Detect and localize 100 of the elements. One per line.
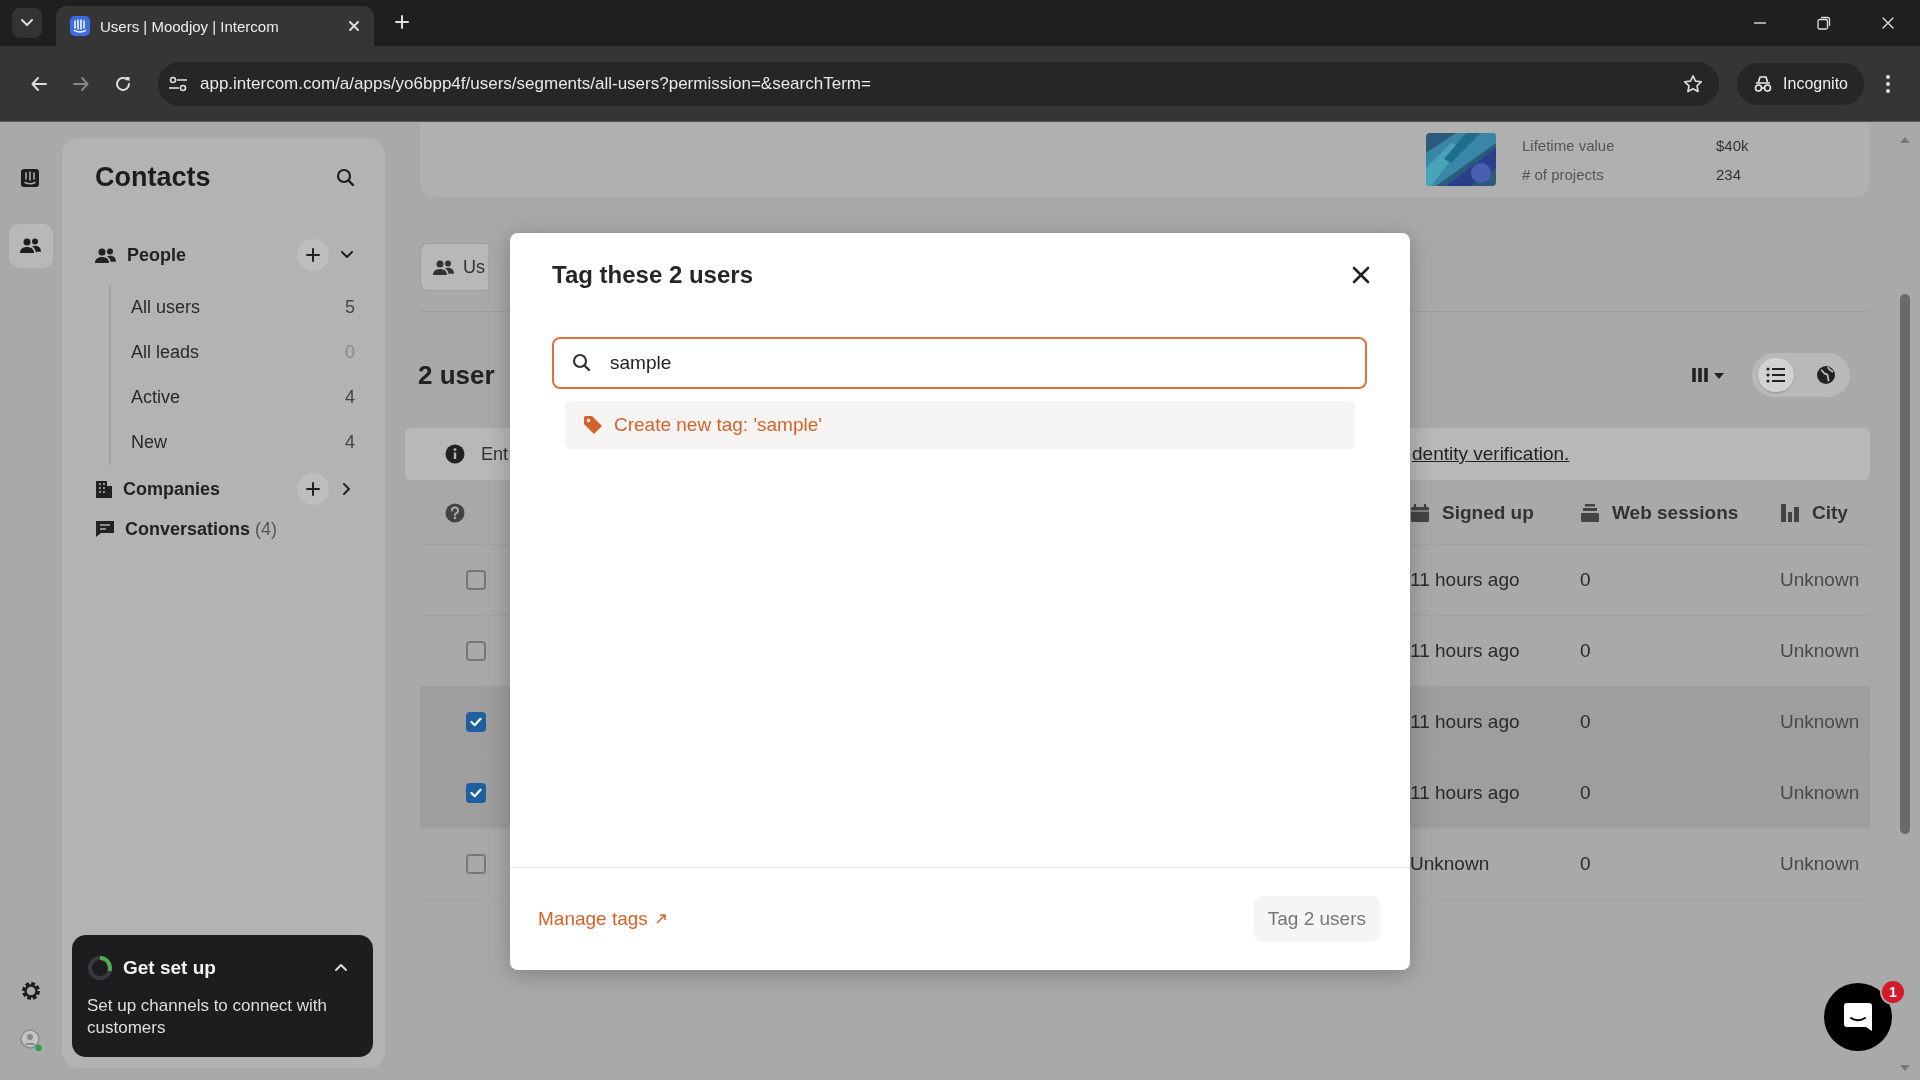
sidebar-item[interactable]: Active 4: [131, 375, 355, 420]
browser-tab[interactable]: Users | Moodjoy | Intercom: [56, 6, 374, 46]
calendar-icon: [1410, 503, 1430, 523]
building-icon: [95, 479, 113, 499]
item-label: New: [131, 432, 167, 453]
reload-icon: [114, 75, 132, 93]
item-count: 5: [345, 297, 355, 318]
table-cell: 0: [1580, 711, 1591, 733]
star-icon[interactable]: [1683, 74, 1704, 94]
add-button[interactable]: [297, 473, 329, 505]
item-count: 4: [345, 387, 355, 408]
help-icon: [445, 503, 465, 523]
url-text: app.intercom.com/a/apps/yo6bpp4f/users/segments/all-users?permission=&searchTerm=: [200, 74, 872, 94]
search-icon: [572, 353, 591, 372]
chat-bubble-icon: [1843, 1002, 1873, 1032]
manage-tags-link[interactable]: Manage tags: [538, 908, 666, 930]
inbox-icon: [20, 168, 42, 188]
close-icon[interactable]: [348, 20, 360, 32]
contacts-nav-item[interactable]: [9, 224, 53, 268]
plus-icon: [305, 481, 321, 497]
more-icon: [1886, 75, 1890, 93]
columns-icon: [1692, 366, 1726, 384]
tab-search-button[interactable]: [12, 8, 42, 38]
table-cell: 11 hours ago: [1410, 711, 1520, 733]
row-checkbox[interactable]: [466, 570, 486, 590]
column-header[interactable]: Web sessions: [1612, 502, 1739, 524]
row-checkbox[interactable]: [466, 641, 486, 661]
item-label: All users: [131, 297, 201, 318]
row-checkbox[interactable]: [466, 783, 486, 803]
external-link-icon: [655, 914, 666, 924]
table-cell: 11 hours ago: [1410, 569, 1520, 591]
forward-arrow-icon: [72, 75, 90, 93]
address-bar[interactable]: app.intercom.com/a/apps/yo6bpp4f/users/segments/all-users?permission=&searchTerm=: [158, 62, 1720, 106]
table-cell: 11 hours ago: [1410, 782, 1520, 804]
incognito-icon: [1753, 75, 1774, 93]
people-icon: [433, 258, 455, 276]
restore-icon: [1817, 16, 1831, 30]
sidebar-section[interactable]: Companies: [123, 478, 287, 500]
tag-search-field[interactable]: sample: [552, 337, 1367, 389]
close-icon: [1352, 266, 1370, 284]
item-label: All leads: [131, 342, 200, 363]
modal-title: Tag these 2 users: [552, 261, 753, 289]
notification-badge: 1: [1882, 981, 1904, 1003]
field-label: # of projects: [1522, 165, 1605, 183]
table-cell: 0: [1580, 640, 1591, 662]
settings-icon[interactable]: [20, 980, 42, 1002]
checkmark-icon: [470, 717, 482, 727]
close-icon: [1881, 16, 1895, 30]
scroll-up-icon: [1899, 136, 1911, 144]
list-view-button[interactable]: [1758, 358, 1794, 392]
table-cell: Unknown: [1780, 569, 1860, 591]
table-cell: Unknown: [1780, 853, 1860, 875]
tab-title: Users | Moodjoy | Intercom: [100, 17, 280, 35]
back-arrow-icon: [30, 75, 48, 93]
progress-ring-icon: [87, 955, 113, 981]
plus-icon: [305, 247, 321, 263]
table-cell: 0: [1580, 782, 1591, 804]
row-checkbox[interactable]: [466, 854, 486, 874]
site-settings-icon[interactable]: [168, 75, 188, 93]
scroll-down-icon: [1899, 1064, 1911, 1072]
table-cell: 11 hours ago: [1410, 640, 1520, 662]
field-value: 234: [1716, 165, 1743, 183]
chat-icon: [95, 520, 115, 538]
table-cell: Unknown: [1780, 782, 1860, 804]
table-cell: Unknown: [1780, 711, 1860, 733]
field-value: $40k: [1716, 136, 1750, 154]
column-header[interactable]: Signed up: [1442, 502, 1534, 524]
row-checkbox[interactable]: [466, 712, 486, 732]
incognito-button[interactable]: Incognito: [1737, 63, 1864, 105]
search-icon[interactable]: [336, 168, 355, 187]
field-label: Lifetime value: [1522, 136, 1616, 154]
sidebar-item[interactable]: New 4: [131, 420, 355, 465]
item-label: Active: [131, 387, 181, 408]
column-header[interactable]: City: [1812, 502, 1848, 524]
view-tab[interactable]: Us: [420, 243, 488, 291]
verification-link[interactable]: dentity verification.: [1412, 443, 1570, 465]
card-title: Get set up: [123, 957, 217, 979]
plus-icon: [394, 14, 410, 30]
banner-text: Ent: [481, 443, 510, 465]
sidebar-title: Contacts: [95, 162, 211, 193]
app-logo-icon: [70, 16, 90, 36]
sidebar-item[interactable]: All users 5: [131, 285, 355, 330]
info-icon: [445, 444, 465, 464]
card-text: Set up channels to connect with customers: [87, 995, 329, 1039]
list-icon: [1766, 366, 1786, 384]
sidebar-section[interactable]: Conversations (4): [125, 518, 355, 540]
table-cell: Unknown: [1410, 853, 1490, 875]
page-heading: 2 user: [418, 359, 495, 391]
tag-icon: [583, 415, 603, 435]
stack-icon: [1580, 503, 1600, 523]
people-icon: [20, 236, 42, 256]
add-button[interactable]: [297, 239, 329, 271]
checkmark-icon: [470, 788, 482, 798]
globe-icon: [1816, 365, 1836, 385]
people-icon: [95, 246, 117, 264]
bar-chart-icon: [1780, 503, 1800, 523]
item-count: 4: [345, 432, 355, 453]
table-cell: 0: [1580, 853, 1591, 875]
table-cell: 0: [1580, 569, 1591, 591]
sidebar-section[interactable]: People: [127, 244, 287, 266]
